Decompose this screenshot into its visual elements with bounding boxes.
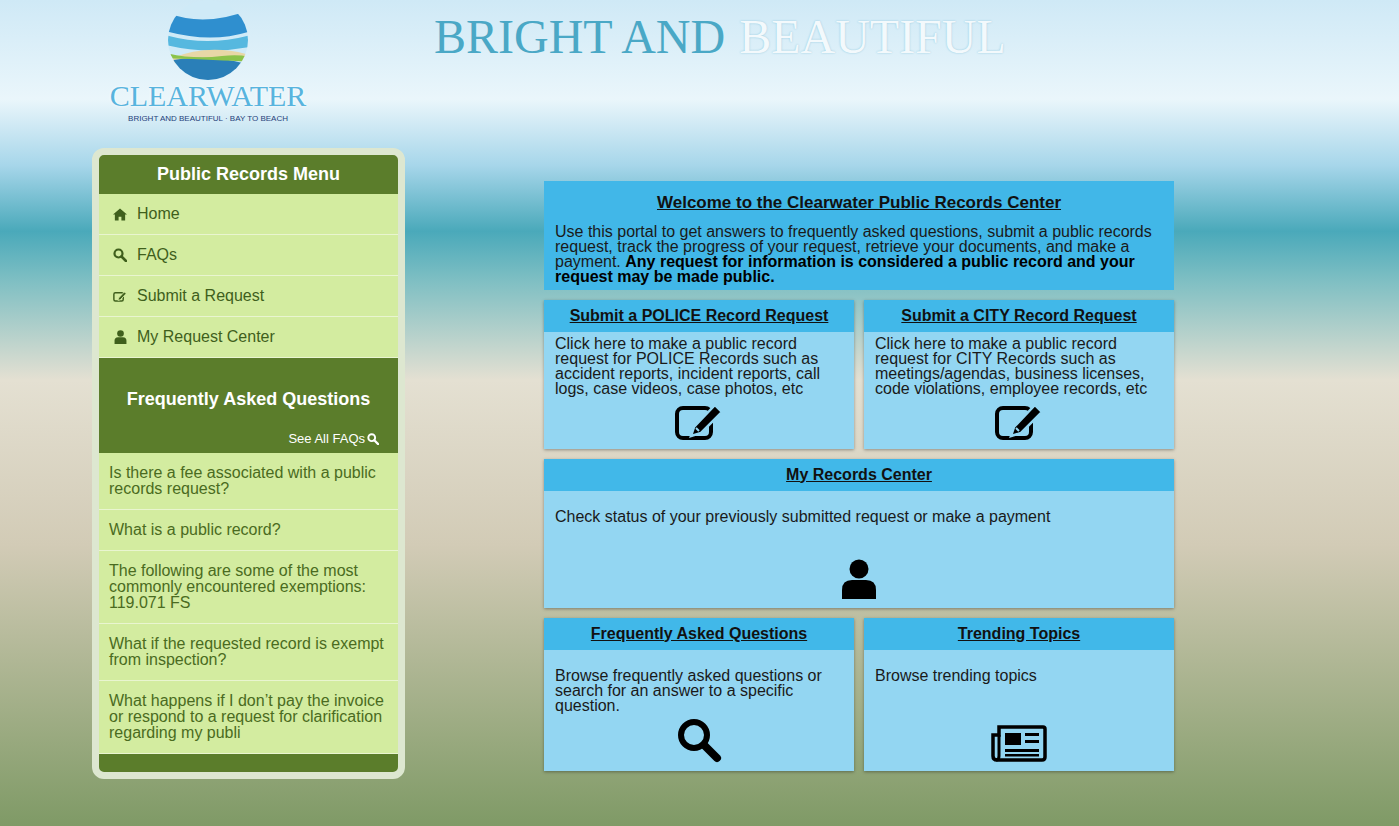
sidebar-item-label: FAQs [137, 243, 177, 267]
see-all-label: See All FAQs [288, 429, 365, 449]
sidebar-item-label: Home [137, 202, 180, 226]
card-text: Check status of your previously submitte… [555, 509, 1163, 524]
sidebar-item[interactable]: My Request Center [99, 317, 398, 358]
card-title[interactable]: Trending Topics [864, 618, 1174, 650]
card-title[interactable]: Frequently Asked Questions [544, 618, 854, 650]
faq-card[interactable]: Frequently Asked Questions Browse frequen… [544, 618, 854, 771]
faq-item[interactable]: What is a public record? [99, 510, 398, 551]
my-records-card[interactable]: My Records Center Check status of your pr… [544, 459, 1174, 608]
card-body: Click here to make a public record reque… [864, 332, 1174, 449]
trending-topics-card[interactable]: Trending Topics Browse trending topics [864, 618, 1174, 771]
see-all-faqs-link[interactable]: See All FAQs [288, 429, 379, 449]
card-row: My Records Center Check status of your pr… [544, 459, 1174, 608]
faq-title: Frequently Asked Questions [99, 358, 398, 413]
card-row: Frequently Asked Questions Browse frequen… [544, 618, 1174, 771]
card-title[interactable]: Submit a CITY Record Request [864, 300, 1174, 332]
main-content: Welcome to the Clearwater Public Records… [544, 181, 1174, 771]
welcome-notice: Any request for information is considere… [555, 253, 1135, 285]
faq-item[interactable]: Is there a fee associated with a public … [99, 453, 398, 510]
banner-title: BRIGHT AND BEAUTIFUL [434, 12, 1006, 62]
edit-icon [875, 397, 1163, 441]
city-request-card[interactable]: Submit a CITY Record Request Click here t… [864, 300, 1174, 449]
card-title[interactable]: Submit a POLICE Record Request [544, 300, 854, 332]
card-body: Browse trending topics [864, 650, 1174, 771]
card-title[interactable]: My Records Center [544, 459, 1174, 491]
logo-tagline: BRIGHT AND BEAUTIFUL · BAY TO BEACH [128, 114, 288, 124]
faq-item[interactable]: The following are some of the most commo… [99, 551, 398, 624]
logo-name: CLEARWATER [110, 82, 307, 110]
card-text: Click here to make a public record reque… [555, 336, 843, 396]
card-text: Browse trending topics [875, 668, 1163, 683]
sidebar: Public Records Menu Home FAQs Submit a Requ… [92, 148, 405, 779]
logo-icon [162, 0, 254, 82]
banner-title-accent: BEAUTIFUL [739, 12, 1006, 62]
sidebar-item[interactable]: FAQs [99, 235, 398, 276]
card-text: Click here to make a public record reque… [875, 336, 1163, 396]
card-body: Browse frequently asked questions or sea… [544, 650, 854, 771]
sidebar-item[interactable]: Home [99, 194, 398, 235]
welcome-panel: Welcome to the Clearwater Public Records… [544, 181, 1174, 290]
police-request-card[interactable]: Submit a POLICE Record Request Click here… [544, 300, 854, 449]
content-row: Public Records Menu Home FAQs Submit a Requ… [0, 148, 1399, 779]
edit-icon [113, 289, 127, 303]
search-icon [113, 248, 127, 262]
search-icon [367, 433, 379, 445]
card-text: Browse frequently asked questions or sea… [555, 668, 843, 713]
home-icon [113, 208, 127, 221]
search-icon [555, 713, 843, 763]
sidebar-item[interactable]: Submit a Request [99, 276, 398, 317]
sidebar-item-label: Submit a Request [137, 284, 264, 308]
edit-icon [555, 397, 843, 441]
user-icon [113, 330, 127, 344]
sidebar-title: Public Records Menu [99, 155, 398, 194]
user-icon [555, 554, 1163, 600]
welcome-title: Welcome to the Clearwater Public Records… [555, 190, 1163, 216]
banner-title-main: BRIGHT AND [434, 12, 725, 62]
welcome-text: Use this portal to get answers to freque… [555, 224, 1163, 284]
card-row: Submit a POLICE Record Request Click here… [544, 300, 1174, 449]
sidebar-item-label: My Request Center [137, 325, 275, 349]
card-body: Check status of your previously submitte… [544, 491, 1174, 608]
sidebar-footer [99, 754, 398, 772]
faq-item[interactable]: What if the requested record is exempt f… [99, 624, 398, 681]
header: CLEARWATER BRIGHT AND BEAUTIFUL · BAY TO … [0, 0, 1399, 148]
faq-header: Frequently Asked Questions See All FAQs [99, 358, 398, 453]
card-body: Click here to make a public record reque… [544, 332, 854, 449]
newspaper-icon [875, 719, 1163, 763]
logo[interactable]: CLEARWATER BRIGHT AND BEAUTIFUL · BAY TO … [100, 0, 316, 124]
faq-item[interactable]: What happens if I don’t pay the invoice … [99, 681, 398, 754]
